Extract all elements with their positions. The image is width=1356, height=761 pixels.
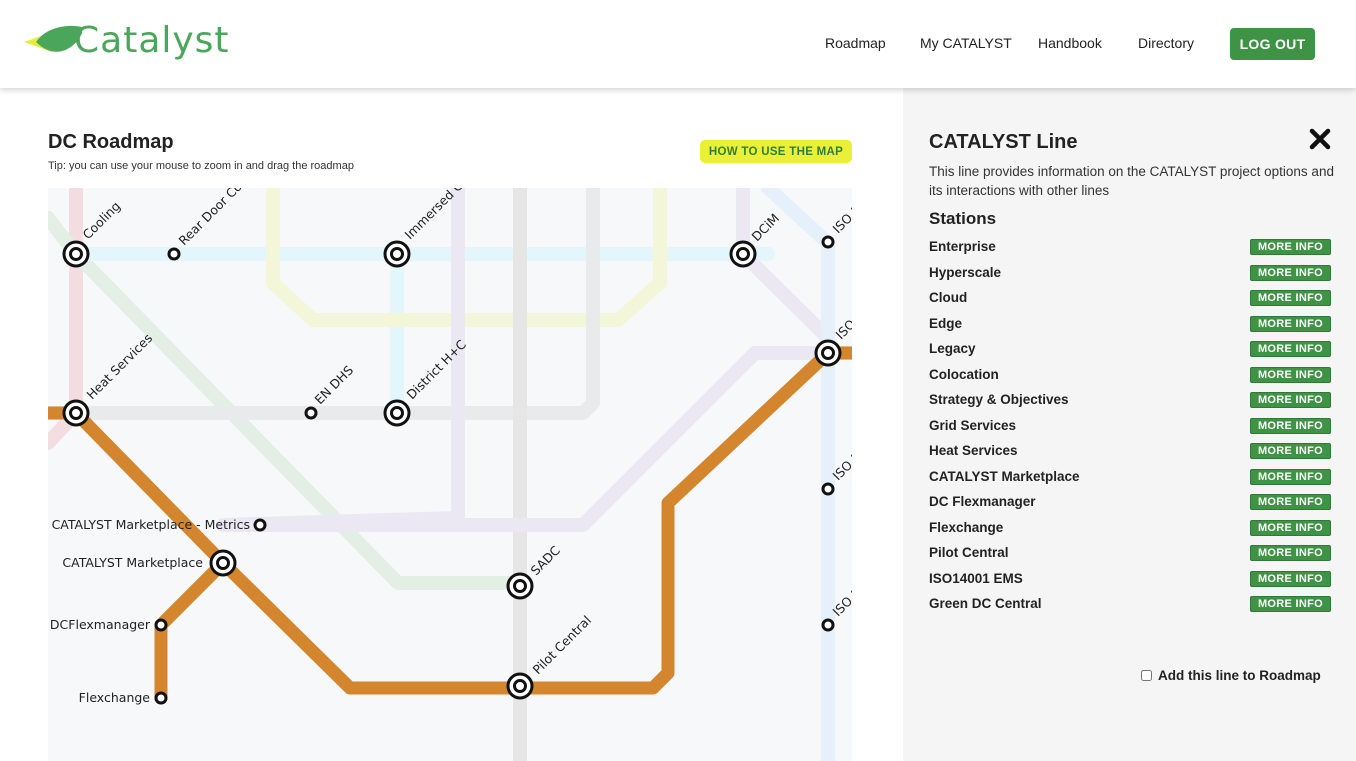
line-blue-faint[interactable] (761, 188, 835, 761)
logout-button[interactable]: LOG OUT (1230, 28, 1315, 60)
page-title: DC Roadmap (48, 131, 174, 153)
station-label-pilot-central[interactable]: Pilot Central (530, 613, 595, 678)
station-name: DC Flexmanager (929, 494, 1036, 509)
more-info-button[interactable]: MORE INFO (1250, 570, 1331, 587)
station-label-rear-door[interactable]: Rear Door Co (176, 188, 245, 248)
station-row: Heat Services MORE INFO (929, 441, 1331, 461)
nav-my-catalyst[interactable]: My CATALYST (920, 35, 1012, 51)
station-row: Pilot Central MORE INFO (929, 543, 1331, 563)
station-name: Strategy & Objectives (929, 392, 1069, 407)
station-label-iso-mid[interactable]: ISO (833, 316, 852, 342)
station-label-cooling[interactable]: Cooling (80, 198, 124, 242)
station-row: Flexchange MORE INFO (929, 518, 1331, 538)
more-info-button[interactable]: MORE INFO (1250, 366, 1331, 383)
more-info-button[interactable]: MORE INFO (1250, 392, 1331, 408)
more-info-button[interactable]: MORE INFO (1250, 443, 1331, 459)
station-row: DC Flexmanager MORE INFO (929, 492, 1331, 512)
panel-title: CATALYST Line (929, 131, 1078, 153)
station-label-iso-top[interactable]: ISO 1 (830, 202, 852, 236)
line-info-panel: CATALYST Line This line provides informa… (903, 88, 1356, 761)
close-icon[interactable] (1307, 126, 1333, 152)
more-info-button[interactable]: MORE INFO (1250, 264, 1331, 281)
station-label-marketplace-metrics[interactable]: CATALYST Marketplace - Metrics (52, 517, 250, 532)
station-label-heat-services[interactable]: Heat Services (84, 330, 156, 402)
how-to-use-map-button[interactable]: HOW TO USE THE MAP (700, 140, 852, 163)
more-info-button[interactable]: MORE INFO (1250, 545, 1331, 561)
nav-handbook[interactable]: Handbook (1038, 35, 1102, 51)
more-info-button[interactable]: MORE INFO (1250, 341, 1331, 357)
station-row: CATALYST Marketplace MORE INFO (929, 467, 1331, 487)
more-info-button[interactable]: MORE INFO (1250, 417, 1331, 434)
more-info-button[interactable]: MORE INFO (1250, 519, 1331, 536)
station-name: Enterprise (929, 239, 996, 254)
nav-directory[interactable]: Directory (1138, 35, 1194, 51)
add-line-label: Add this line to Roadmap (1158, 668, 1321, 683)
roadmap-svg[interactable]: Cooling Rear Door Co Immersed C DCiM ISO… (48, 188, 852, 761)
station-name: ISO14001 EMS (929, 570, 1023, 586)
more-info-button[interactable]: MORE INFO (1250, 315, 1331, 332)
station-name: Grid Services (929, 417, 1017, 433)
station-row: Legacy MORE INFO (929, 339, 1331, 359)
more-info-button[interactable]: MORE INFO (1250, 290, 1331, 306)
station-row: Cloud MORE INFO (929, 288, 1331, 308)
station-name: Green DC Central (929, 596, 1042, 611)
station-label-en-dhs[interactable]: EN DHS (312, 362, 357, 407)
station-row: ISO14001 EMS MORE INFO (929, 569, 1331, 589)
station-name: Pilot Central (929, 545, 1009, 560)
add-line-checkbox[interactable] (1141, 670, 1152, 681)
panel-description: This line provides information on the CA… (929, 164, 1334, 198)
leaf-icon (24, 25, 82, 52)
station-label-dcflexmanager[interactable]: DCFlexmanager (50, 617, 151, 632)
station-name: Heat Services (929, 443, 1018, 458)
catalyst-logo[interactable]: Catalyst (22, 20, 242, 66)
station-row: Hyperscale MORE INFO (929, 263, 1331, 283)
minor-stations[interactable] (154, 235, 835, 705)
logo-text: Catalyst (74, 20, 230, 61)
station-name: Hyperscale (929, 264, 1002, 280)
add-line-control[interactable]: Add this line to Roadmap (1141, 668, 1321, 683)
map-tip: Tip: you can use your mouse to zoom in a… (48, 160, 354, 172)
station-row: Green DC Central MORE INFO (929, 594, 1331, 614)
station-name: Colocation (929, 366, 999, 382)
station-name: Edge (929, 315, 963, 331)
roadmap-canvas[interactable]: Cooling Rear Door Co Immersed C DCiM ISO… (48, 188, 852, 761)
more-info-button[interactable]: MORE INFO (1250, 596, 1331, 612)
nav-roadmap[interactable]: Roadmap (825, 35, 886, 51)
more-info-button[interactable]: MORE INFO (1250, 494, 1331, 510)
station-row: Edge MORE INFO (929, 314, 1331, 334)
station-name: CATALYST Marketplace (929, 468, 1080, 484)
more-info-button[interactable]: MORE INFO (1250, 468, 1331, 485)
station-label-marketplace[interactable]: CATALYST Marketplace (62, 555, 203, 570)
more-info-button[interactable]: MORE INFO (1250, 239, 1331, 255)
station-name: Flexchange (929, 519, 1004, 535)
station-row: Strategy & Objectives MORE INFO (929, 390, 1331, 410)
main-content: DC Roadmap Tip: you can use your mouse t… (0, 88, 903, 761)
station-name: Cloud (929, 290, 968, 305)
header: Catalyst Roadmap My CATALYST Handbook Di… (0, 0, 1356, 88)
station-row: Colocation MORE INFO (929, 365, 1331, 385)
stations-heading: Stations (929, 209, 997, 228)
station-row: Grid Services MORE INFO (929, 416, 1331, 436)
station-label-flexchange[interactable]: Flexchange (79, 690, 151, 705)
station-label-sadc[interactable]: SADC (528, 543, 564, 579)
station-row: Enterprise MORE INFO (929, 237, 1331, 257)
station-label-dcim[interactable]: DCiM (749, 210, 783, 244)
station-name: Legacy (929, 341, 976, 356)
